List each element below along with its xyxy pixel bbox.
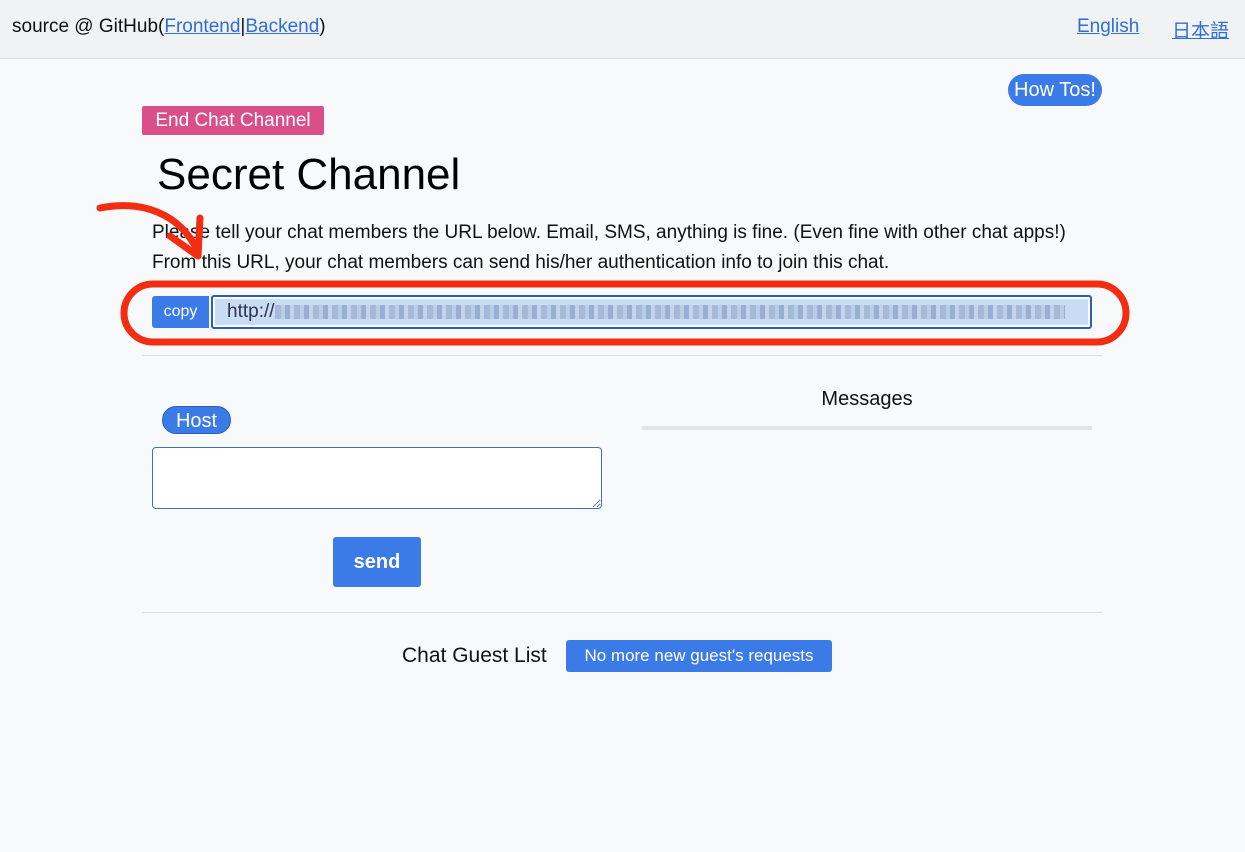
message-input[interactable]: [152, 447, 602, 509]
top-bar: source @ GitHub(Frontend|Backend) Englis…: [0, 0, 1245, 59]
invite-url-selection: http://: [215, 299, 1088, 325]
invite-url-field[interactable]: http://: [211, 295, 1092, 329]
page-title: Secret Channel: [157, 150, 461, 199]
copy-url-button[interactable]: copy: [152, 296, 209, 328]
messages-heading: Messages: [821, 388, 913, 410]
messages-separator: [642, 426, 1092, 430]
invite-url-prefix: http://: [227, 301, 275, 322]
end-chat-channel-button[interactable]: End Chat Channel: [142, 106, 324, 135]
lang-english: English: [1077, 16, 1139, 38]
send-button[interactable]: send: [333, 537, 421, 587]
source-prefix: source @ GitHub(: [12, 16, 165, 37]
divider-top: [142, 355, 1102, 356]
invite-url-blurred: [274, 304, 1065, 319]
source-links: source @ GitHub(Frontend|Backend): [12, 16, 326, 38]
how-tos-button[interactable]: How Tos!: [1008, 74, 1102, 106]
share-instructions: Please tell your chat members the URL be…: [152, 222, 1066, 273]
frontend-link[interactable]: Frontend: [164, 16, 240, 37]
lang-english-link[interactable]: English: [1077, 16, 1139, 37]
host-badge: Host: [162, 406, 231, 434]
guest-list-heading: Chat Guest List: [402, 644, 547, 667]
no-more-guest-requests-button[interactable]: No more new guest's requests: [566, 640, 832, 672]
lang-japanese: 日本語: [1172, 16, 1229, 43]
source-suffix: ): [319, 16, 326, 37]
divider-bottom: [142, 612, 1102, 613]
lang-japanese-link[interactable]: 日本語: [1172, 21, 1229, 42]
backend-link[interactable]: Backend: [245, 16, 319, 37]
